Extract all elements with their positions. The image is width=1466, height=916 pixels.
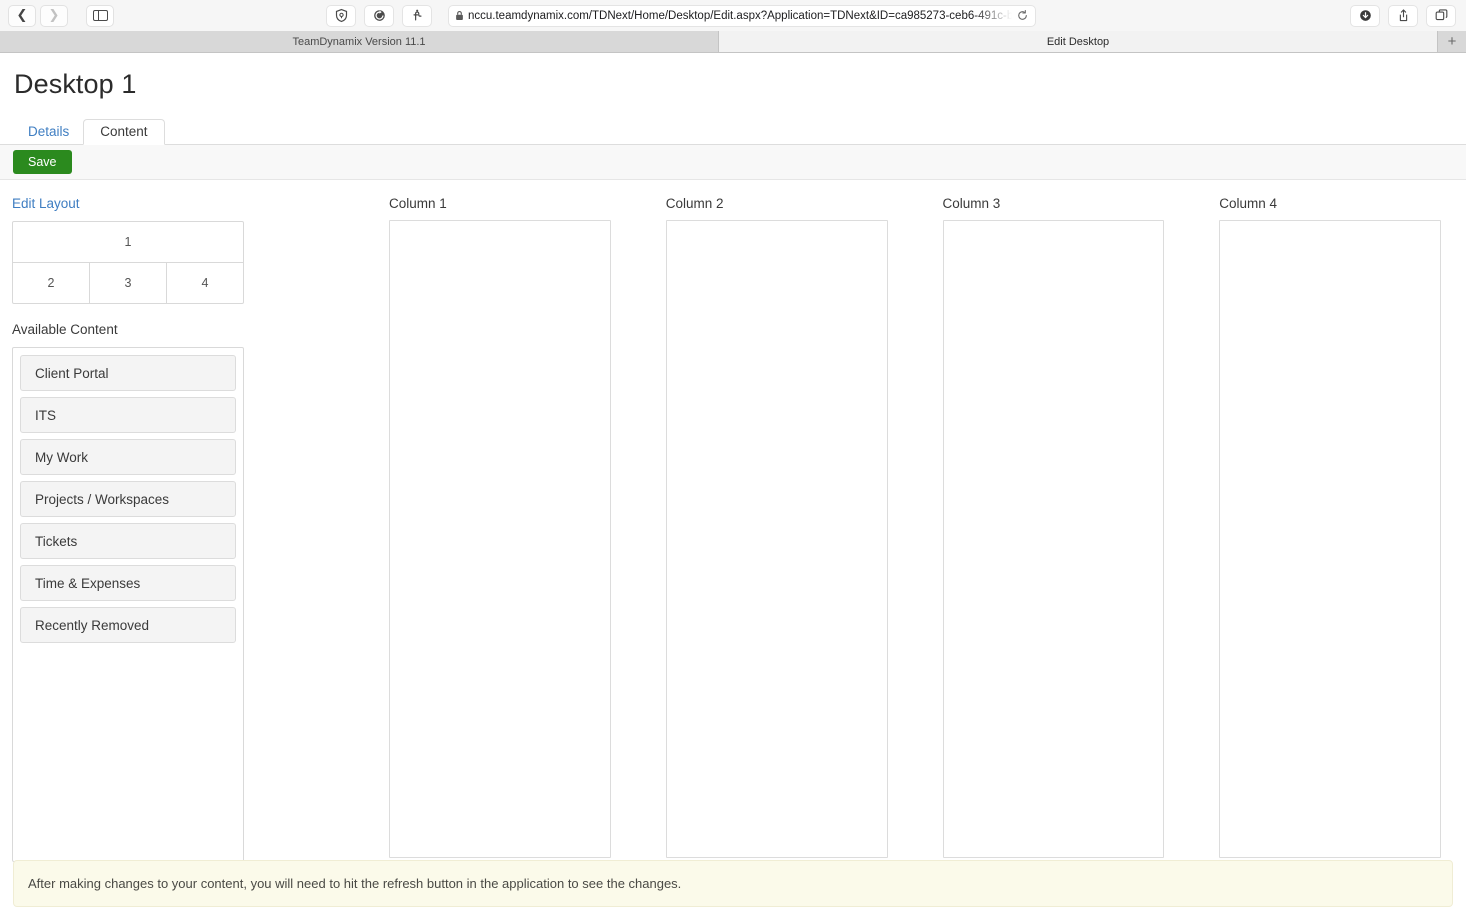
layout-cell-2[interactable]: 2	[13, 263, 90, 303]
notice-text: After making changes to your content, yo…	[28, 876, 682, 891]
column-3: Column 3	[942, 196, 1165, 862]
chevron-right-icon: ❯	[48, 8, 60, 23]
page-tabs: Details Content	[0, 118, 1466, 145]
tab-details[interactable]: Details	[14, 120, 83, 145]
column-dropzone-4[interactable]	[1219, 220, 1441, 858]
share-button[interactable]	[1388, 4, 1418, 27]
layout-cell-3[interactable]: 3	[90, 263, 167, 303]
browser-toolbar: ❮ ❯ nccu.teamdynamix.com/TDNext/Home/Des…	[0, 0, 1466, 31]
privacy-report-button[interactable]	[326, 4, 356, 27]
reader-mode-icon	[373, 10, 385, 21]
page-content: Desktop 1 Details Content Save Edit Layo…	[0, 53, 1466, 916]
new-tab-button[interactable]: +	[1438, 31, 1466, 52]
column-dropzone-2[interactable]	[665, 220, 888, 858]
column-header: Column 2	[665, 196, 724, 211]
forward-button[interactable]: ❯	[40, 4, 68, 27]
toolbar-center-buttons	[326, 4, 432, 27]
list-item[interactable]: Projects / Workspaces	[20, 481, 236, 517]
list-item[interactable]: Recently Removed	[20, 607, 236, 643]
sidebar-icon	[92, 10, 108, 21]
reload-icon[interactable]	[1016, 9, 1029, 22]
column-dropzone-1[interactable]	[389, 220, 611, 858]
share-icon	[1399, 9, 1407, 22]
layout-preview-grid[interactable]: 1 2 3 4	[12, 221, 244, 304]
address-bar[interactable]: nccu.teamdynamix.com/TDNext/Home/Desktop…	[448, 4, 1036, 27]
column-header: Column 4	[1219, 196, 1278, 211]
reader-mode-button[interactable]	[364, 4, 394, 27]
lock-icon	[456, 10, 463, 20]
column-header: Column 3	[942, 196, 1001, 211]
column-2: Column 2	[665, 196, 888, 862]
chevron-left-icon: ❮	[16, 8, 28, 23]
toolbar-right-buttons	[1350, 4, 1456, 27]
accessibility-extension-button[interactable]	[402, 4, 432, 27]
navigation-buttons: ❮ ❯	[8, 4, 114, 27]
browser-tab-title: Edit Desktop	[1046, 35, 1110, 48]
tab-overview-button[interactable]	[1426, 4, 1456, 27]
browser-tab-0[interactable]: TeamDynamix Version 11.1	[0, 31, 719, 52]
column-header: Column 1	[389, 196, 447, 211]
layout-cell-4[interactable]: 4	[167, 263, 243, 303]
url-text: nccu.teamdynamix.com/TDNext/Home/Desktop…	[468, 9, 1012, 22]
browser-tab-strip: TeamDynamix Version 11.1 Edit Desktop +	[0, 31, 1466, 53]
downloads-button[interactable]	[1350, 4, 1380, 27]
shield-icon	[335, 8, 347, 23]
tab-content[interactable]: Content	[83, 118, 165, 145]
column-1: Column 1	[389, 196, 611, 862]
list-item[interactable]: My Work	[20, 439, 236, 475]
tab-overview-icon	[1435, 9, 1447, 21]
back-button[interactable]: ❮	[8, 4, 36, 27]
layout-grid-row-2: 2 3 4	[13, 263, 243, 303]
accessibility-icon	[412, 9, 422, 21]
available-content-list[interactable]: Client Portal ITS My Work Projects / Wor…	[12, 347, 244, 862]
left-pane: Edit Layout 1 2 3 4 Available Content Cl…	[12, 196, 244, 862]
sidebar-toggle-button[interactable]	[86, 4, 114, 27]
columns-area: Column 1 Column 2 Column 3 Column 4	[389, 196, 1454, 862]
column-4: Column 4	[1219, 196, 1441, 862]
layout-cell-1[interactable]: 1	[13, 222, 243, 263]
available-content-label: Available Content	[12, 322, 118, 337]
action-bar: Save	[0, 145, 1466, 180]
list-item[interactable]: Time & Expenses	[20, 565, 236, 601]
page-title: Desktop 1	[14, 69, 137, 99]
browser-tab-title: TeamDynamix Version 11.1	[292, 35, 426, 48]
downloads-icon	[1359, 10, 1371, 21]
column-dropzone-3[interactable]	[942, 220, 1165, 858]
save-button[interactable]: Save	[13, 149, 72, 175]
edit-layout-link[interactable]: Edit Layout	[12, 196, 244, 211]
content-body: Edit Layout 1 2 3 4 Available Content Cl…	[0, 180, 1466, 862]
browser-tab-1[interactable]: Edit Desktop	[719, 31, 1438, 52]
list-item[interactable]: ITS	[20, 397, 236, 433]
refresh-notice-banner: After making changes to your content, yo…	[13, 860, 1453, 907]
list-item[interactable]: Client Portal	[20, 355, 236, 391]
list-item[interactable]: Tickets	[20, 523, 236, 559]
